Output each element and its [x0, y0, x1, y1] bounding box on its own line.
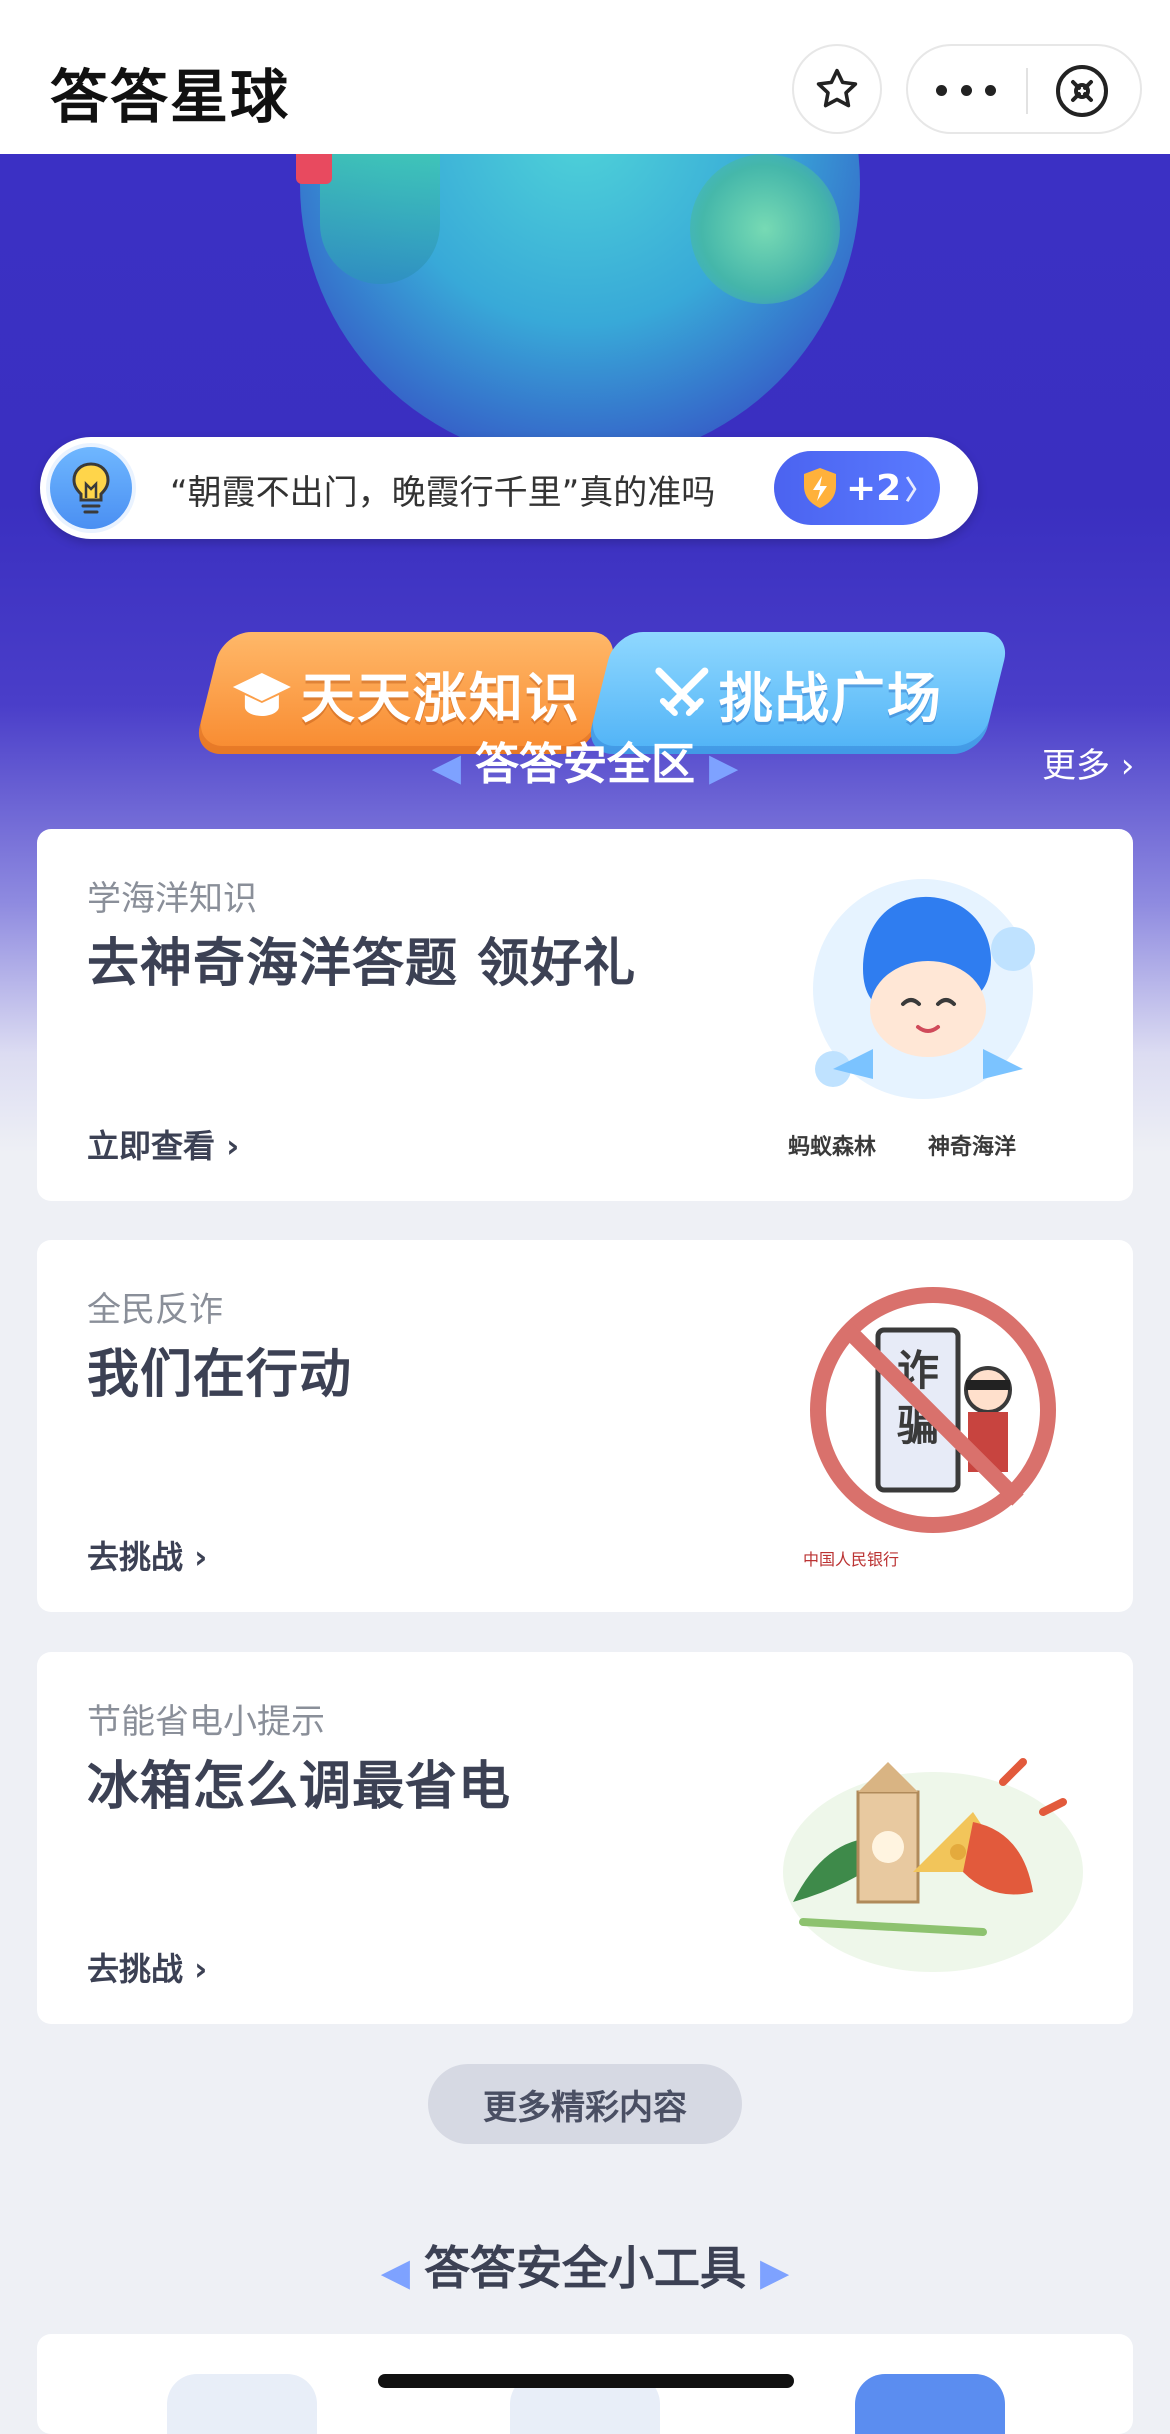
card-ocean-quiz[interactable]: 学海洋知识 去神奇海洋答题 领好礼 立即查看 › 蚂蚁森林 神奇海洋: [37, 829, 1133, 1201]
mini-program-capsule: [906, 44, 1142, 134]
lightbulb-icon: [46, 443, 136, 533]
more-link-label: 更多: [1042, 746, 1110, 786]
shield-bolt-icon: [804, 468, 836, 508]
graduation-cap-icon: [233, 672, 291, 715]
home-indicator[interactable]: [378, 2374, 794, 2388]
capsule-divider: [1026, 68, 1028, 114]
card-title: 去神奇海洋答题 领好礼: [87, 934, 637, 994]
card-title: 冰箱怎么调最省电: [87, 1757, 512, 1817]
card-subtitle: 全民反诈: [87, 1290, 223, 1330]
planet-decor-left: [320, 154, 440, 284]
anti-fraud-illustration: 诈 骗 中国人民银行: [803, 1287, 1056, 1569]
pboc-logo-text: 中国人民银行: [803, 1550, 899, 1569]
reward-value: +2: [846, 467, 902, 509]
crossed-swords-icon: [655, 666, 709, 715]
heading-decor-left-icon: ◀: [431, 745, 461, 789]
chevron-right-icon: ›: [183, 1538, 208, 1576]
tools-heading: ◀ 答答安全小工具 ▶: [0, 2232, 1170, 2298]
daily-knowledge-label: 天天涨知识: [301, 666, 581, 730]
favorite-button[interactable]: [792, 44, 882, 134]
safety-zone-more-link[interactable]: 更多 ›: [1042, 738, 1134, 787]
card-action-link[interactable]: 立即查看 ›: [87, 1121, 239, 1167]
planet-decor-right: [690, 154, 840, 304]
heading-decor-right-icon: ▶: [760, 2249, 790, 2294]
ant-forest-brand: 蚂蚁森林: [788, 1134, 876, 1160]
tool-item[interactable]: [167, 2374, 317, 2434]
tool-item[interactable]: [855, 2374, 1005, 2434]
app-title: 答答星球: [50, 63, 291, 131]
flag-decor: [296, 154, 332, 184]
safety-zone-heading: ◀ 答答安全区 ▶: [0, 728, 1170, 792]
chevron-right-icon: ›: [183, 1950, 208, 1988]
card-action-link[interactable]: 去挑战 ›: [87, 1944, 207, 1990]
safety-zone-title: 答答安全区: [475, 739, 695, 790]
card-action-label: 立即查看: [87, 1127, 216, 1165]
card-action-label: 去挑战: [87, 1950, 184, 1988]
heading-decor-right-icon: ▶: [709, 745, 739, 789]
daily-question-pill[interactable]: “朝霞不出门，晚霞行千里”真的准吗 +2 〉: [40, 437, 978, 539]
chevron-right-icon: ›: [215, 1127, 240, 1165]
card-title: 我们在行动: [87, 1345, 353, 1405]
tools-title: 答答安全小工具: [424, 2241, 746, 2295]
food-illustration: [783, 1758, 1083, 1972]
card-subtitle: 学海洋知识: [87, 879, 257, 919]
reward-badge[interactable]: +2 〉: [774, 451, 940, 525]
more-options-button[interactable]: [936, 68, 996, 112]
card-action-link[interactable]: 去挑战 ›: [87, 1532, 207, 1578]
card-energy-saving[interactable]: 节能省电小提示 冰箱怎么调最省电 去挑战 ›: [37, 1652, 1133, 2024]
chevron-right-icon: ›: [1110, 746, 1135, 786]
star-icon: [816, 68, 858, 108]
daily-question-text: “朝霞不出门，晚霞行千里”真的准吗: [170, 473, 716, 513]
close-icon[interactable]: [1054, 63, 1110, 119]
magic-ocean-brand: 神奇海洋: [928, 1134, 1016, 1160]
app-header: 答答星球: [0, 0, 1170, 154]
more-content-button[interactable]: 更多精彩内容: [428, 2064, 742, 2144]
card-action-label: 去挑战: [87, 1538, 184, 1576]
ocean-mascot-illustration: 蚂蚁森林 神奇海洋: [788, 879, 1035, 1160]
card-anti-fraud[interactable]: 全民反诈 我们在行动 去挑战 › 诈 骗 中国人民银行: [37, 1240, 1133, 1612]
card-subtitle: 节能省电小提示: [87, 1702, 325, 1742]
challenge-plaza-label: 挑战广场: [719, 666, 943, 730]
chevron-right-icon: 〉: [905, 475, 932, 506]
heading-decor-left-icon: ◀: [380, 2249, 410, 2294]
